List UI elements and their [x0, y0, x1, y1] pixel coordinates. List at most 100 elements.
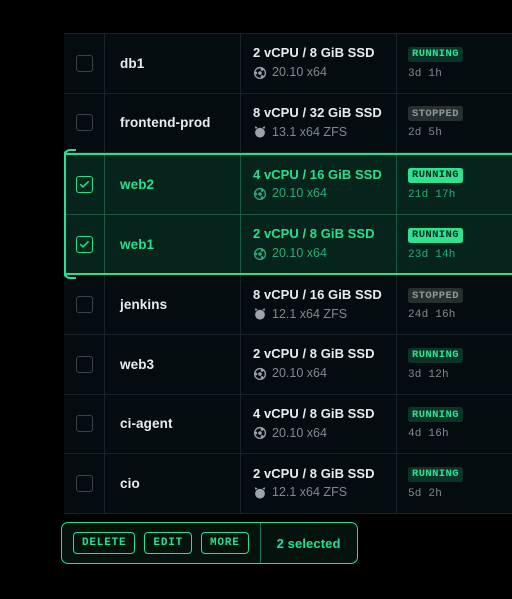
vm-spec-cell: 2 vCPU / 8 GiB SSD 20.10 x64	[241, 34, 397, 93]
vm-status-cell: STOPPED 24d 16h	[397, 275, 512, 334]
vm-name: web3	[120, 356, 155, 372]
vm-os-line: 13.1 x64 ZFS	[253, 124, 396, 141]
vm-spec: 8 vCPU / 32 GiB SSD	[253, 105, 382, 120]
vm-os-line: 20.10 x64	[253, 185, 396, 202]
vm-uptime: 23d 14h	[408, 248, 456, 261]
bulk-action-buttons: DELETE EDIT MORE	[62, 523, 261, 563]
vm-spec-cell: 4 vCPU / 16 GiB SSD 20.10 x64	[241, 155, 397, 214]
vm-os-label: 20.10 x64	[272, 246, 327, 261]
vm-name-cell: jenkins	[105, 275, 241, 334]
delete-button[interactable]: DELETE	[73, 531, 136, 555]
vm-spec: 2 vCPU / 8 GiB SSD	[253, 465, 375, 481]
bulk-action-bar: DELETE EDIT MORE 2 selected	[61, 522, 358, 564]
vm-uptime: 2d 5h	[408, 127, 443, 140]
vm-name-cell: web3	[105, 334, 241, 394]
vm-os-label: 20.10 x64	[272, 65, 327, 80]
vm-uptime: 4d 16h	[408, 428, 449, 441]
vm-name: ci-agent	[120, 416, 173, 432]
checkbox-unchecked-icon[interactable]	[75, 54, 93, 72]
vm-table: db1 2 vCPU / 8 GiB SSD 20.10 x64 RUNNING 3d …	[64, 33, 512, 514]
vm-os-label: 13.1 x64 ZFS	[272, 124, 348, 139]
table-row[interactable]: web2 4 vCPU / 16 GiB SSD 20.10 x64 RUNNING 2…	[64, 153, 512, 215]
table-row[interactable]: frontend-prod 8 vCPU / 32 GiB SSD 13.1 x64…	[64, 93, 512, 154]
vm-spec: 4 vCPU / 16 GiB SSD	[253, 166, 382, 182]
checkbox-unchecked-icon[interactable]	[75, 474, 93, 492]
row-checkbox-cell[interactable]	[64, 93, 105, 153]
vm-os-label: 20.10 x64	[272, 186, 327, 201]
vm-status-cell: STOPPED 2d 5h	[397, 94, 512, 153]
vm-os-line: 20.10 x64	[253, 365, 396, 382]
vm-status-cell: RUNNING 3d 12h	[397, 335, 512, 394]
row-checkbox-cell[interactable]	[64, 334, 105, 394]
vm-name: db1	[120, 55, 145, 71]
freebsd-icon	[254, 126, 266, 138]
edit-button[interactable]: EDIT	[144, 531, 193, 555]
vm-os-line: 12.1 x64 ZFS	[253, 306, 396, 323]
table-row[interactable]: jenkins 8 vCPU / 16 GiB SSD 12.1 x64 ZFS ST…	[64, 275, 512, 335]
vm-status-cell: RUNNING 3d 1h	[397, 34, 512, 93]
vm-uptime: 21d 17h	[408, 188, 456, 201]
vm-os-line: 20.10 x64	[253, 64, 396, 81]
vm-name: web2	[120, 176, 155, 192]
vm-spec: 4 vCPU / 8 GiB SSD	[253, 405, 375, 421]
vm-uptime: 3d 12h	[408, 368, 449, 381]
row-checkbox-cell[interactable]	[64, 34, 105, 93]
ubuntu-icon	[253, 427, 267, 440]
status-badge: RUNNING	[408, 407, 463, 423]
status-badge: RUNNING	[408, 347, 463, 363]
vm-name: jenkins	[120, 297, 168, 313]
status-badge: STOPPED	[408, 288, 463, 304]
checkbox-unchecked-icon[interactable]	[75, 114, 93, 132]
row-checkbox-cell[interactable]	[64, 155, 105, 214]
status-badge: RUNNING	[408, 167, 463, 183]
vm-name-cell: frontend-prod	[105, 93, 241, 153]
vm-spec-cell: 8 vCPU / 32 GiB SSD 13.1 x64 ZFS	[241, 93, 397, 153]
status-badge: RUNNING	[408, 46, 463, 62]
ubuntu-icon	[253, 66, 267, 79]
vm-os-label: 12.1 x64 ZFS	[272, 485, 348, 500]
vm-name: cio	[120, 475, 140, 491]
table-row[interactable]: db1 2 vCPU / 8 GiB SSD 20.10 x64 RUNNING 3d …	[64, 34, 512, 94]
row-checkbox-cell[interactable]	[64, 454, 105, 513]
table-row[interactable]: ci-agent 4 vCPU / 8 GiB SSD 20.10 x64 RUNNI…	[64, 394, 512, 455]
vm-name: web1	[120, 236, 155, 252]
table-row[interactable]: cio 2 vCPU / 8 GiB SSD 12.1 x64 ZFS RUNNING…	[64, 454, 512, 514]
freebsd-icon	[254, 308, 266, 320]
vm-name: frontend-prod	[120, 115, 211, 131]
vm-os-label: 20.10 x64	[272, 425, 327, 440]
vm-os-label: 20.10 x64	[272, 366, 327, 381]
vm-spec: 2 vCPU / 8 GiB SSD	[253, 346, 375, 362]
status-badge: STOPPED	[408, 106, 463, 122]
table-row[interactable]: web3 2 vCPU / 8 GiB SSD 20.10 x64 RUNNING 3d…	[64, 334, 512, 395]
vm-os-label: 12.1 x64 ZFS	[272, 306, 348, 321]
vm-spec-cell: 2 vCPU / 8 GiB SSD 20.10 x64	[241, 214, 397, 274]
row-checkbox-cell[interactable]	[64, 275, 105, 334]
row-checkbox-cell[interactable]	[64, 394, 105, 454]
vm-spec-cell: 2 vCPU / 8 GiB SSD 12.1 x64 ZFS	[241, 454, 397, 513]
vm-uptime: 3d 1h	[408, 67, 443, 80]
vm-uptime: 24d 16h	[408, 309, 456, 322]
ubuntu-icon	[253, 367, 267, 380]
ubuntu-icon	[253, 187, 267, 200]
checkbox-unchecked-icon[interactable]	[75, 296, 93, 314]
vm-name-cell: ci-agent	[105, 394, 241, 454]
vm-name-cell: web2	[105, 155, 241, 214]
vm-uptime: 5d 2h	[408, 487, 443, 500]
vm-spec: 2 vCPU / 8 GiB SSD	[253, 45, 375, 61]
table-row[interactable]: web1 2 vCPU / 8 GiB SSD 20.10 x64 RUNNING 23…	[64, 214, 512, 276]
checkbox-checked-icon[interactable]	[75, 235, 93, 253]
checkbox-checked-icon[interactable]	[75, 175, 93, 193]
vm-os-line: 20.10 x64	[253, 425, 396, 442]
row-checkbox-cell[interactable]	[64, 214, 105, 274]
freebsd-icon	[254, 487, 266, 499]
vm-spec: 2 vCPU / 8 GiB SSD	[253, 226, 375, 242]
status-badge: RUNNING	[408, 227, 463, 243]
vm-spec: 8 vCPU / 16 GiB SSD	[253, 286, 382, 302]
more-button[interactable]: MORE	[201, 531, 249, 555]
ubuntu-icon	[253, 247, 267, 260]
vm-name-cell: db1	[105, 34, 241, 93]
checkbox-unchecked-icon[interactable]	[75, 355, 93, 373]
vm-spec-cell: 8 vCPU / 16 GiB SSD 12.1 x64 ZFS	[241, 275, 397, 334]
selection-count: 2 selected	[276, 535, 341, 551]
checkbox-unchecked-icon[interactable]	[75, 415, 93, 433]
